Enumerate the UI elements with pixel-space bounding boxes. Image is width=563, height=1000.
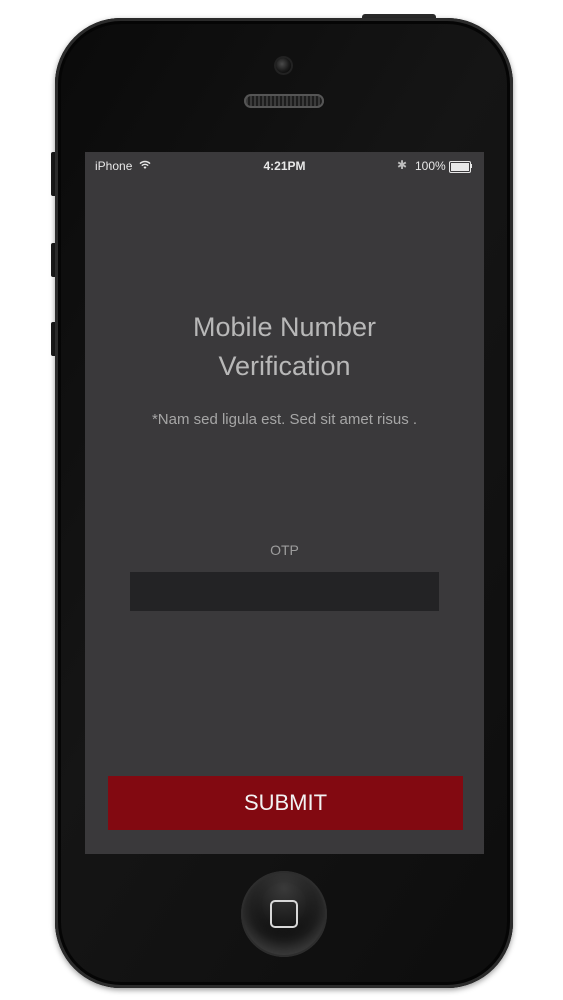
battery-level: [451, 163, 469, 171]
earpiece-speaker: [244, 94, 324, 108]
page-title: Mobile Number Verification: [85, 308, 484, 386]
battery-percent: 100%: [415, 159, 446, 173]
front-camera: [276, 58, 291, 73]
app-screen: iPhone 4:21PM ✱ 100% Mobile Number Verif…: [85, 152, 484, 854]
title-line-2: Verification: [218, 351, 351, 381]
otp-input[interactable]: [130, 572, 439, 611]
bluetooth-icon: ✱: [397, 158, 408, 172]
home-button-icon: [270, 900, 298, 928]
battery-icon: [449, 161, 471, 173]
battery-tip: [470, 164, 472, 168]
title-line-1: Mobile Number: [192, 312, 377, 342]
page-subtitle: *Nam sed ligula est. Sed sit amet risus …: [151, 411, 418, 428]
otp-label: OTP: [270, 542, 299, 558]
home-button[interactable]: [241, 871, 327, 957]
status-bar: iPhone 4:21PM ✱ 100%: [85, 152, 484, 178]
device-mockup: iPhone 4:21PM ✱ 100% Mobile Number Verif…: [0, 0, 563, 1000]
submit-button[interactable]: SUBMIT: [108, 776, 463, 830]
